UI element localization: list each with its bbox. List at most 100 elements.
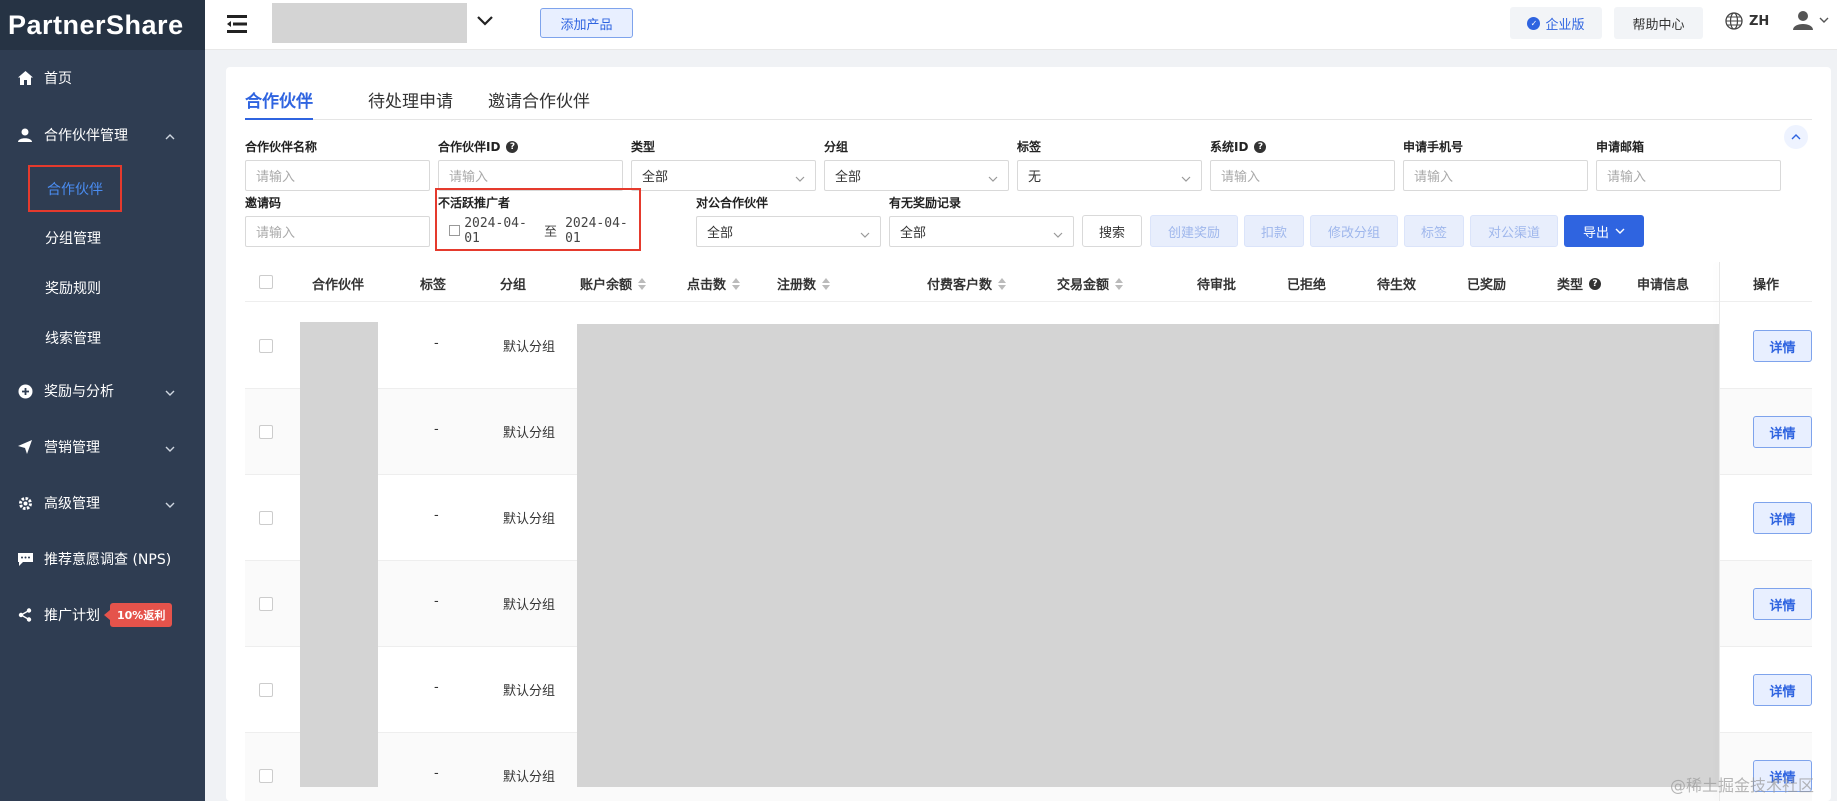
sidebar-item-label: 高级管理 — [44, 496, 100, 512]
export-button[interactable]: 导出 — [1564, 215, 1644, 247]
has-reward-select[interactable]: 全部 — [889, 216, 1074, 247]
column-header-sortable[interactable]: 注册数 — [777, 274, 831, 293]
column-header-label: 交易金额 — [1057, 278, 1110, 293]
comment-icon — [16, 550, 34, 568]
column-header: 已拒绝 — [1287, 278, 1327, 293]
b2b-channel-button[interactable]: 对公渠道 — [1470, 215, 1558, 247]
sidebar-item-label: 合作伙伴管理 — [44, 128, 128, 144]
create-reward-button[interactable]: 创建奖励 — [1150, 215, 1238, 247]
row-checkbox[interactable] — [259, 511, 273, 525]
chevron-down-icon — [1615, 228, 1625, 234]
column-header-sortable[interactable]: 点击数 — [687, 274, 741, 293]
sort-icon — [998, 277, 1007, 290]
chevron-down-icon[interactable] — [477, 14, 493, 30]
sidebar-item-nps[interactable]: 推荐意愿调查 (NPS) — [0, 539, 205, 579]
column-header-sortable[interactable]: 账户余额 — [580, 274, 647, 293]
column-header: 待生效 — [1377, 278, 1417, 293]
inactive-date-range[interactable]: 2024-04-01 至 2024-04-01 — [441, 214, 637, 247]
column-header-sortable[interactable]: 付费客户数 — [927, 274, 1007, 293]
type-label: 类型 — [631, 140, 656, 154]
details-button[interactable]: 详情 — [1753, 674, 1812, 706]
b2b-partner-select[interactable]: 全部 — [696, 216, 881, 247]
row-group: 默认分组 — [503, 426, 556, 441]
sidebar-item-promo-plan[interactable]: 推广计划 10%返利 — [0, 595, 205, 635]
help-center-button[interactable]: 帮助中心 — [1614, 7, 1703, 39]
sidebar-subitem-partners[interactable]: 合作伙伴 — [28, 165, 122, 212]
chevron-down-icon — [988, 171, 998, 186]
deduct-button[interactable]: 扣款 — [1244, 215, 1304, 247]
modify-group-button[interactable]: 修改分组 — [1310, 215, 1398, 247]
tag-select[interactable]: 无 — [1017, 160, 1202, 191]
export-label: 导出 — [1582, 225, 1609, 241]
sidebar-subitem-leads[interactable]: 线索管理 — [45, 326, 101, 350]
row-checkbox[interactable] — [259, 683, 273, 697]
sidebar-item-partner-management[interactable]: 合作伙伴管理 — [0, 115, 205, 155]
type-select[interactable]: 全部 — [631, 160, 816, 191]
app-select-redacted[interactable] — [272, 3, 467, 43]
sort-icon — [638, 277, 647, 290]
group-select[interactable]: 全部 — [824, 160, 1009, 191]
column-header-label: 注册数 — [777, 278, 817, 293]
add-product-button[interactable]: 添加产品 — [540, 8, 633, 38]
sidebar-item-rewards-analysis[interactable]: 奖励与分析 — [0, 371, 205, 411]
tab-pending-applications[interactable]: 待处理申请 — [368, 87, 453, 120]
row-checkbox[interactable] — [259, 339, 273, 353]
user-menu[interactable] — [1793, 10, 1829, 30]
search-button[interactable]: 搜索 — [1082, 215, 1142, 247]
partner-id-label-text: 合作伙伴ID — [438, 140, 501, 154]
enterprise-badge[interactable]: ✓ 企业版 — [1510, 7, 1602, 39]
tag-button[interactable]: 标签 — [1404, 215, 1464, 247]
row-checkbox[interactable] — [259, 597, 273, 611]
table-header: 合作伙伴 标签 分组 账户余额 点击数 注册数 付费客户数 交易金额 待审批 已… — [245, 262, 1812, 302]
question-icon[interactable]: ? — [1589, 277, 1602, 290]
phone-input[interactable]: 请输入 — [1403, 160, 1588, 191]
chevron-down-icon — [165, 496, 175, 512]
question-icon[interactable]: ? — [506, 140, 519, 153]
menu-toggle-icon[interactable] — [227, 14, 249, 34]
chevron-up-icon — [165, 128, 175, 144]
question-icon[interactable]: ? — [1254, 140, 1267, 153]
partner-id-input[interactable]: 请输入 — [438, 160, 623, 191]
sidebar-subitem-rewards[interactable]: 奖励规则 — [45, 276, 101, 300]
phone-label: 申请手机号 — [1403, 140, 1464, 154]
globe-icon — [1725, 12, 1743, 30]
invite-code-label: 邀请码 — [245, 196, 282, 210]
partner-name-input[interactable]: 请输入 — [245, 160, 430, 191]
system-id-input[interactable]: 请输入 — [1210, 160, 1395, 191]
tab-partners[interactable]: 合作伙伴 — [245, 87, 313, 120]
sort-icon — [1115, 277, 1124, 290]
brand-logo[interactable]: PartnerShare — [0, 0, 205, 50]
tab-invite-partners[interactable]: 邀请合作伙伴 — [488, 87, 590, 120]
row-group: 默认分组 — [503, 598, 556, 613]
details-button[interactable]: 详情 — [1753, 588, 1812, 620]
group-label: 分组 — [824, 140, 849, 154]
group-select-value: 全部 — [835, 170, 862, 185]
invite-code-input[interactable]: 请输入 — [245, 216, 430, 247]
column-header-label: 付费客户数 — [927, 278, 993, 293]
column-header: 已奖励 — [1467, 278, 1507, 293]
details-button[interactable]: 详情 — [1753, 330, 1812, 362]
gear-icon — [16, 494, 34, 512]
email-input[interactable]: 请输入 — [1596, 160, 1781, 191]
column-header-sortable[interactable]: 交易金额 — [1057, 274, 1124, 293]
sort-icon — [822, 277, 831, 290]
sidebar-item-advanced[interactable]: 高级管理 — [0, 483, 205, 523]
details-button[interactable]: 详情 — [1753, 502, 1812, 534]
chevron-down-icon — [1181, 171, 1191, 186]
sidebar-item-home[interactable]: 首页 — [0, 58, 205, 98]
row-checkbox[interactable] — [259, 425, 273, 439]
partner-name-label: 合作伙伴名称 — [245, 140, 318, 154]
sidebar-subitem-groups[interactable]: 分组管理 — [45, 226, 101, 250]
language-label: ZH — [1749, 13, 1770, 29]
tag-label: 标签 — [1017, 140, 1042, 154]
language-switcher[interactable]: ZH — [1725, 12, 1769, 30]
collapse-filters-button[interactable] — [1784, 125, 1808, 149]
sidebar-item-marketing[interactable]: 营销管理 — [0, 427, 205, 467]
row-tag: - — [434, 422, 439, 437]
system-id-label-text: 系统ID — [1210, 140, 1249, 154]
select-all-checkbox[interactable] — [259, 275, 273, 289]
details-button[interactable]: 详情 — [1753, 416, 1812, 448]
row-checkbox[interactable] — [259, 769, 273, 783]
send-icon — [16, 438, 34, 456]
column-header: 标签 — [420, 278, 447, 293]
